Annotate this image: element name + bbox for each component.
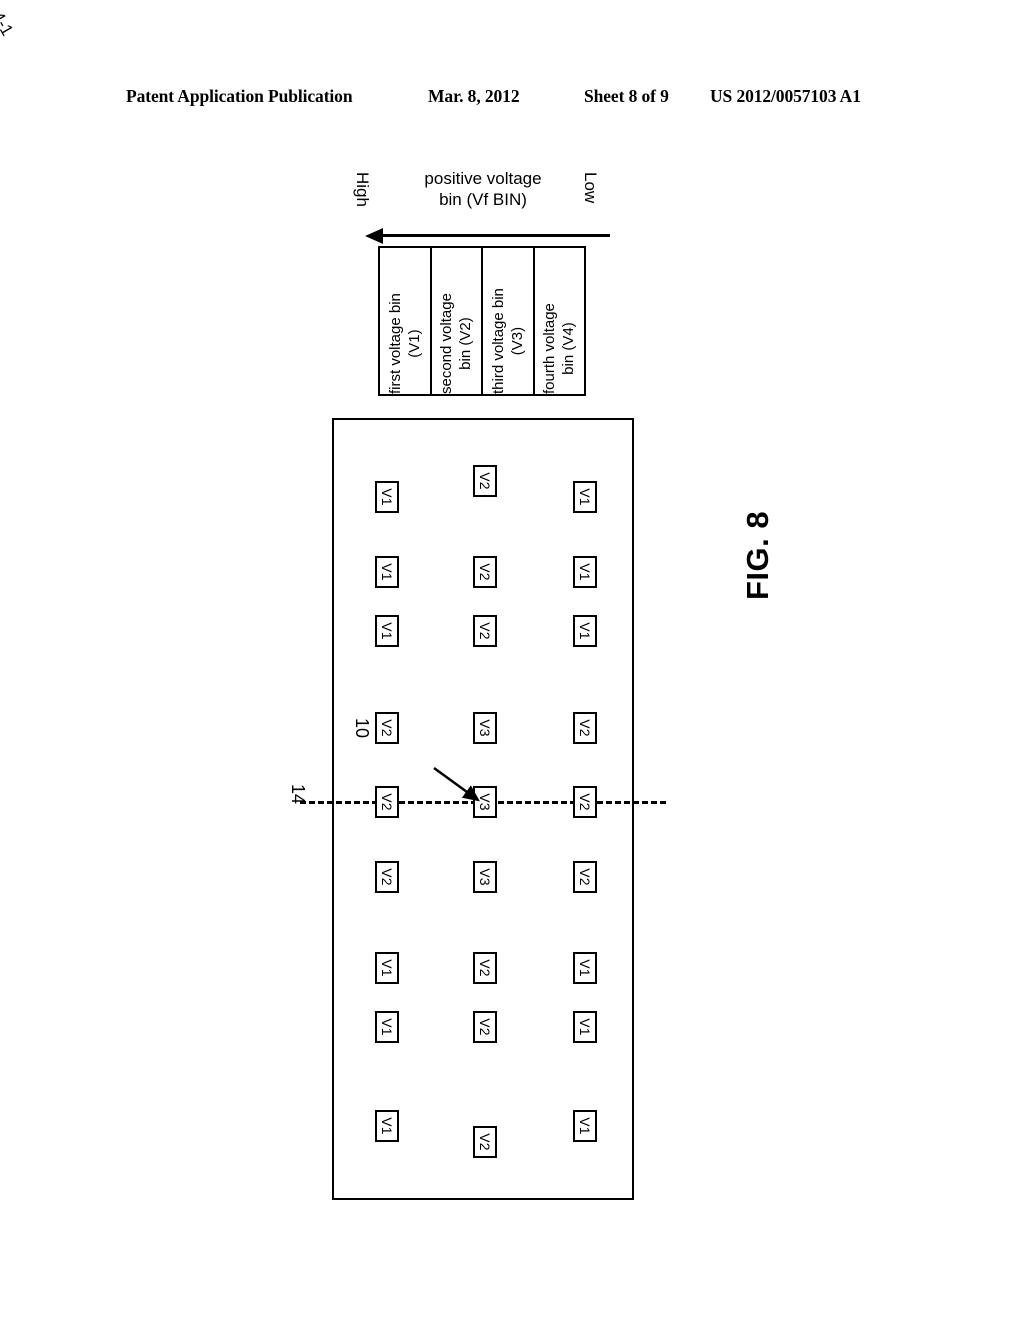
chip-v1-r6c2: V1 bbox=[573, 952, 597, 984]
header-sheet: Sheet 8 of 9 bbox=[584, 86, 669, 106]
chip-label: V1 bbox=[379, 488, 395, 506]
chip-label: V2 bbox=[477, 563, 493, 581]
chip-label: V2 bbox=[379, 719, 395, 737]
voltage-bin-arrow-icon bbox=[365, 228, 610, 244]
chip-label: V1 bbox=[577, 488, 593, 506]
chip-v2-r2c1: V2 bbox=[473, 615, 497, 647]
legend-cell-v3-line1: third voltage bin bbox=[489, 288, 507, 394]
chip-v1-r2c2: V1 bbox=[573, 615, 597, 647]
chip-label: V2 bbox=[477, 622, 493, 640]
chip-v3-r5c1: V3 bbox=[473, 861, 497, 893]
chip-v1-r8c2: V1 bbox=[573, 1110, 597, 1142]
figure-label: FIG. 8 bbox=[740, 510, 775, 600]
chip-label: V2 bbox=[379, 868, 395, 886]
chip-v2-r5c2: V2 bbox=[573, 861, 597, 893]
chip-label: V1 bbox=[379, 563, 395, 581]
chip-v1-r0c0: V1 bbox=[375, 481, 399, 513]
chip-label: V2 bbox=[577, 793, 593, 811]
chip-v2-r4c0: V2 bbox=[375, 786, 399, 818]
chip-label: V2 bbox=[477, 1018, 493, 1036]
chip-label: V2 bbox=[577, 719, 593, 737]
chip-label: V1 bbox=[577, 959, 593, 977]
chip-v2-r3c0: V2 bbox=[375, 712, 399, 744]
chip-v3-r3c1: V3 bbox=[473, 712, 497, 744]
chip-v2-r0c1: V2 bbox=[473, 465, 497, 497]
chip-v1-r8c0: V1 bbox=[375, 1110, 399, 1142]
legend-cell-v2-line1: second voltage bbox=[438, 293, 456, 394]
axis-caption: positive voltage bin (Vf BIN) bbox=[398, 168, 568, 210]
chip-label: V1 bbox=[577, 1018, 593, 1036]
chip-v2-r3c2: V2 bbox=[573, 712, 597, 744]
header-date: Mar. 8, 2012 bbox=[428, 86, 520, 106]
chip-label: V1 bbox=[379, 1018, 395, 1036]
axis-low-label: Low bbox=[581, 172, 600, 204]
header-publication: Patent Application Publication bbox=[126, 86, 353, 106]
chip-v1-r7c2: V1 bbox=[573, 1011, 597, 1043]
chip-v2-r8c1: V2 bbox=[473, 1126, 497, 1158]
chip-label: V2 bbox=[477, 959, 493, 977]
legend-cell-v3-line2: (V3) bbox=[508, 326, 526, 356]
chip-label: V2 bbox=[477, 1133, 493, 1151]
chip-label: V1 bbox=[379, 622, 395, 640]
legend-cell-v3: third voltage bin (V3) bbox=[483, 248, 535, 394]
arrow-shaft bbox=[379, 234, 610, 237]
chip-label: V1 bbox=[379, 959, 395, 977]
legend-cell-v1-line1: first voltage bin bbox=[386, 293, 404, 394]
chip-v1-r1c2: V1 bbox=[573, 556, 597, 588]
chip-label: V3 bbox=[477, 719, 493, 737]
callout-leader-arrow-icon bbox=[433, 767, 480, 802]
chip-v2-r5c0: V2 bbox=[375, 861, 399, 893]
chip-label: V1 bbox=[379, 1117, 395, 1135]
page-header: Patent Application Publication Mar. 8, 2… bbox=[0, 86, 1024, 114]
axis-caption-line1: positive voltage bbox=[424, 169, 542, 188]
legend-cell-v1: first voltage bin (V1) bbox=[380, 248, 432, 394]
header-publication-number: US 2012/0057103 A1 bbox=[710, 86, 861, 106]
chip-v2-r4c2: V2 bbox=[573, 786, 597, 818]
chip-v1-r0c2: V1 bbox=[573, 481, 597, 513]
chip-label: V1 bbox=[577, 563, 593, 581]
chip-label: V3 bbox=[477, 868, 493, 886]
legend-cell-v4-line1: fourth voltage bbox=[541, 303, 559, 394]
reference-numeral-10: 10 bbox=[352, 718, 372, 739]
axis-high-label: High bbox=[353, 172, 372, 207]
chip-v1-r7c0: V1 bbox=[375, 1011, 399, 1043]
chip-label: V2 bbox=[577, 868, 593, 886]
chip-label: V1 bbox=[577, 622, 593, 640]
axis-caption-line2: bin (Vf BIN) bbox=[439, 190, 527, 209]
voltage-bin-legend-table: first voltage bin (V1) second voltage bi… bbox=[378, 246, 586, 396]
chip-v2-r6c1: V2 bbox=[473, 952, 497, 984]
chip-label: V2 bbox=[379, 793, 395, 811]
chip-label: V2 bbox=[477, 472, 493, 490]
legend-cell-v4: fourth voltage bin (V4) bbox=[535, 248, 585, 394]
legend-cell-v2: second voltage bin (V2) bbox=[432, 248, 483, 394]
legend-cell-v2-line2: bin (V2) bbox=[457, 317, 475, 370]
chip-v2-r7c1: V2 bbox=[473, 1011, 497, 1043]
chip-v1-r1c0: V1 bbox=[375, 556, 399, 588]
chip-label: V1 bbox=[577, 1117, 593, 1135]
chip-v1-r6c0: V1 bbox=[375, 952, 399, 984]
chip-v2-r1c1: V2 bbox=[473, 556, 497, 588]
legend-cell-v4-line2: bin (V4) bbox=[560, 322, 578, 375]
chip-v1-r2c0: V1 bbox=[375, 615, 399, 647]
legend-cell-v1-line2: (V1) bbox=[405, 329, 423, 358]
